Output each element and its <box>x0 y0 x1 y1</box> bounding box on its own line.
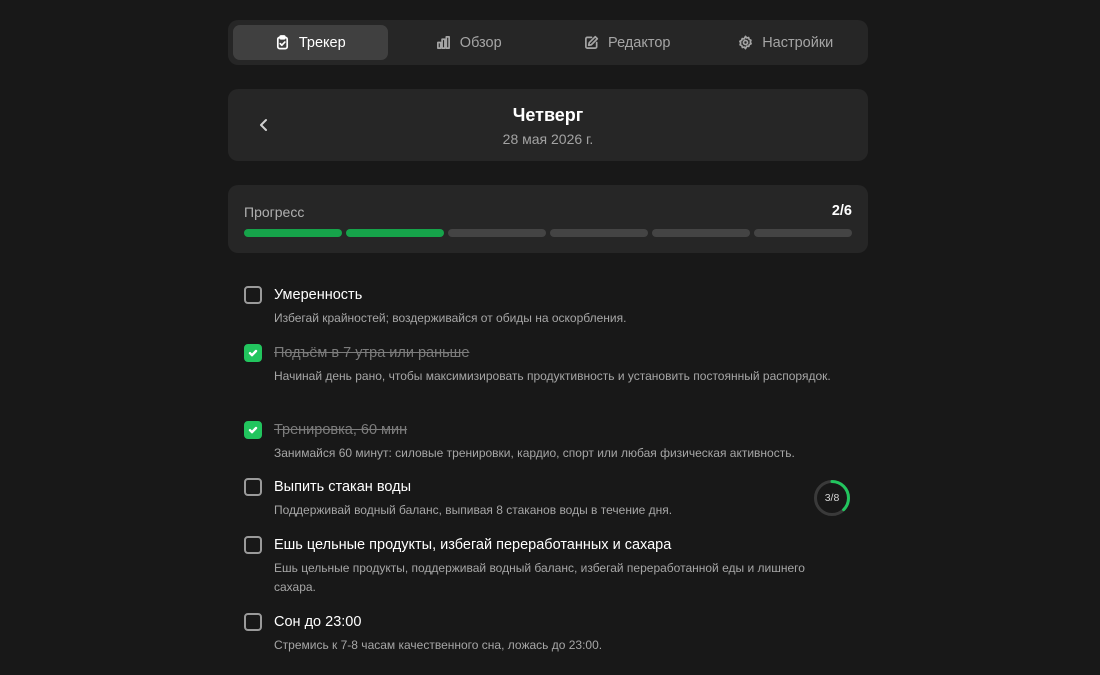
tab-label: Настройки <box>762 34 834 51</box>
habit-description: Стремись к 7-8 часам качественного сна, … <box>274 638 603 652</box>
habit-checkbox[interactable] <box>244 421 262 439</box>
tab-bar: Трекер Обзор Редактор Настройки <box>228 20 868 65</box>
gear-icon <box>739 35 753 50</box>
progress-segment <box>346 229 444 237</box>
day-date: 28 мая 2026 г. <box>502 131 594 147</box>
habit-description: Избегай крайностей; воздерживайся от оби… <box>274 311 627 325</box>
habit-checkbox[interactable] <box>244 536 262 554</box>
progress-count: 2/6 <box>831 203 852 219</box>
progress-card: Прогресс 2/6 <box>228 185 868 253</box>
habit-title[interactable]: Выпить стакан воды <box>274 479 411 495</box>
date-header: Четверг 28 мая 2026 г. <box>228 89 868 161</box>
tab-label: Обзор <box>459 34 502 51</box>
progress-label: Прогресс <box>244 204 305 220</box>
tab-label: Редактор <box>608 34 671 51</box>
habit-checkbox[interactable] <box>244 286 262 304</box>
habit-checkbox[interactable] <box>244 344 262 362</box>
progress-segment <box>754 229 852 237</box>
habit-title[interactable]: Подъём в 7 утра или раньше <box>274 345 469 361</box>
habit-title[interactable]: Умеренность <box>274 287 362 303</box>
tab-label: Трекер <box>298 34 346 51</box>
habit-description: Занимайся 60 минут: силовые тренировки, … <box>274 446 795 460</box>
clipboard-check-icon <box>276 35 288 50</box>
habit-title[interactable]: Сон до 23:00 <box>274 614 361 630</box>
day-title: Четверг <box>512 105 584 125</box>
habit-checkbox[interactable] <box>244 613 262 631</box>
tab-tracker[interactable]: Трекер <box>233 25 388 60</box>
tab-editor[interactable]: Редактор <box>550 25 705 60</box>
progress-segment <box>244 229 342 237</box>
checkmark-icon <box>248 349 258 357</box>
habit-description: Поддерживай водный баланс, выпивая 8 ста… <box>274 503 673 517</box>
water-counter-text: 3/8 <box>824 492 840 504</box>
bar-chart-icon <box>436 36 450 49</box>
habit-title[interactable]: Тренировка, 60 мин <box>274 422 407 438</box>
habit-description: Начинай день рано, чтобы максимизировать… <box>274 369 831 383</box>
habit-checkbox[interactable] <box>244 478 262 496</box>
progress-segment <box>652 229 750 237</box>
progress-segment <box>448 229 546 237</box>
checkmark-icon <box>248 426 258 434</box>
app-root: Трекер Обзор Редактор Настройки Четверг … <box>0 0 1100 675</box>
progress-bar <box>244 229 852 237</box>
tab-overview[interactable]: Обзор <box>392 25 547 60</box>
progress-segment <box>550 229 648 237</box>
water-counter-ring[interactable]: 3/8 <box>812 478 852 518</box>
tab-settings[interactable]: Настройки <box>709 25 864 60</box>
pencil-square-icon <box>585 35 599 49</box>
habit-title[interactable]: Ешь цельные продукты, избегай переработа… <box>274 537 671 553</box>
habit-description: Ешь цельные продукты, поддерживай водный… <box>274 561 805 594</box>
